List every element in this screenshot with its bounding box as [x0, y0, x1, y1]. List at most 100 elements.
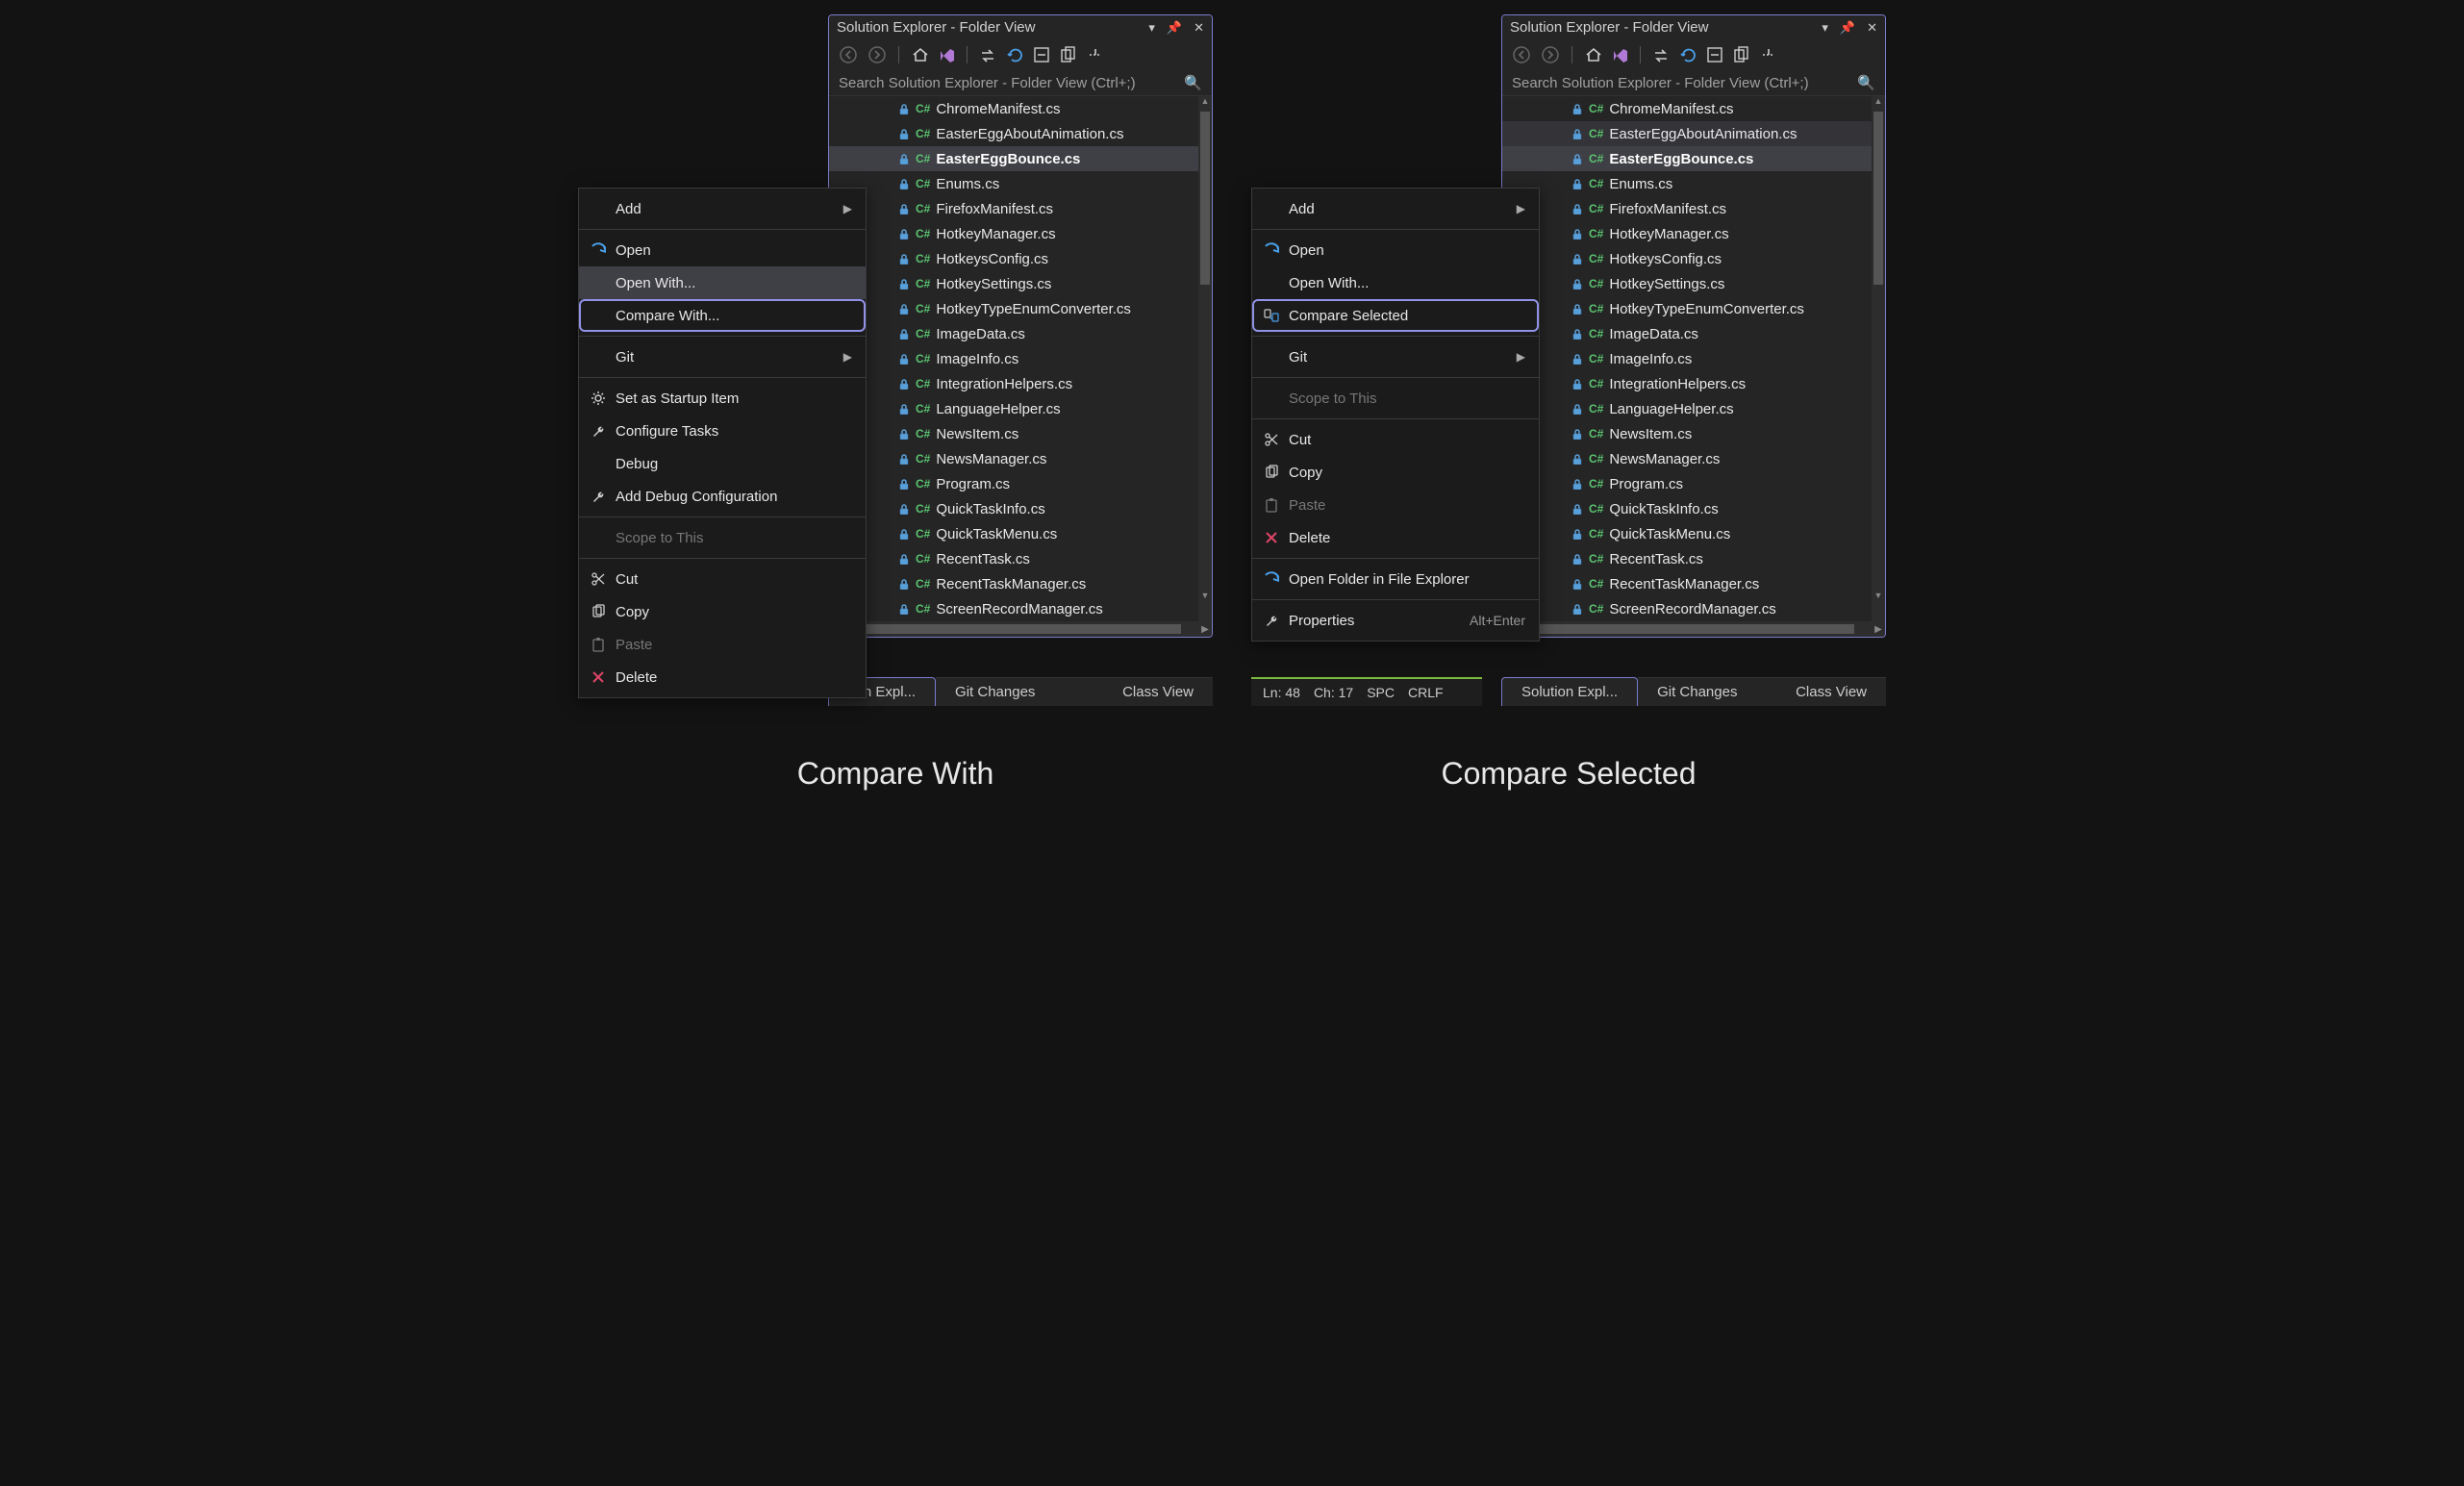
file-row[interactable]: C#HotkeySettings.cs: [1502, 271, 1885, 296]
tab-git-changes[interactable]: Git Changes: [1638, 677, 1756, 706]
file-row[interactable]: C#EasterEggAboutAnimation.cs: [1502, 121, 1885, 146]
file-row[interactable]: C#NewsManager.cs: [1502, 446, 1885, 471]
nav-back-icon[interactable]: [839, 45, 858, 64]
menu-set-startup[interactable]: Set as Startup Item: [579, 382, 866, 415]
switch-view-icon[interactable]: [1652, 46, 1670, 63]
file-row[interactable]: C#ImageData.cs: [1502, 321, 1885, 346]
vs-icon[interactable]: [1611, 46, 1628, 63]
menu-copy[interactable]: Copy: [579, 595, 866, 628]
file-row[interactable]: C#IntegrationHelpers.cs: [1502, 371, 1885, 396]
menu-paste[interactable]: Paste: [579, 628, 866, 661]
horizontal-scrollbar[interactable]: ◀▶: [829, 621, 1212, 637]
menu-open-with[interactable]: Open With...: [579, 266, 866, 299]
file-tree[interactable]: C#ChromeManifest.csC#EasterEggAboutAnima…: [1502, 96, 1885, 621]
tab-solution-explorer[interactable]: Solution Expl...: [1501, 677, 1638, 706]
vertical-scrollbar[interactable]: ▲ ▼: [1198, 96, 1212, 621]
close-icon[interactable]: ✕: [1194, 20, 1204, 36]
file-row[interactable]: C#HotkeysConfig.cs: [829, 246, 1212, 271]
pin-icon[interactable]: 📌: [1840, 20, 1855, 36]
tab-class-view[interactable]: Class View: [1776, 677, 1886, 706]
file-row[interactable]: C#ImageInfo.cs: [1502, 346, 1885, 371]
file-row[interactable]: C#QuickTaskInfo.cs: [829, 496, 1212, 521]
file-row[interactable]: C#HotkeysConfig.cs: [1502, 246, 1885, 271]
file-row[interactable]: C#RecentTask.cs: [1502, 546, 1885, 571]
menu-paste[interactable]: Paste: [1252, 489, 1539, 521]
horizontal-scrollbar[interactable]: ◀▶: [1502, 621, 1885, 637]
file-row[interactable]: C#RecentTaskManager.cs: [1502, 571, 1885, 596]
pin-icon[interactable]: 📌: [1167, 20, 1182, 36]
file-row[interactable]: C#LanguageHelper.cs: [829, 396, 1212, 421]
menu-open-with[interactable]: Open With...: [1252, 266, 1539, 299]
vs-icon[interactable]: [938, 46, 955, 63]
menu-compare-with[interactable]: Compare With...: [579, 299, 866, 332]
file-tree[interactable]: C#ChromeManifest.csC#EasterEggAboutAnima…: [829, 96, 1212, 621]
more-icon[interactable]: [1760, 46, 1777, 63]
panel-titlebar[interactable]: Solution Explorer - Folder View ▾ 📌 ✕: [829, 15, 1212, 39]
menu-git[interactable]: Git ▶: [579, 340, 866, 373]
status-line[interactable]: Ln: 48: [1263, 685, 1300, 700]
file-row[interactable]: C#HotkeyManager.cs: [829, 221, 1212, 246]
menu-open[interactable]: Open: [579, 234, 866, 266]
tab-class-view[interactable]: Class View: [1103, 677, 1213, 706]
show-files-icon[interactable]: [1060, 46, 1077, 63]
file-row[interactable]: C#ChromeManifest.cs: [829, 96, 1212, 121]
file-row[interactable]: C#FirefoxManifest.cs: [829, 196, 1212, 221]
menu-delete[interactable]: Delete: [579, 661, 866, 693]
menu-scope[interactable]: Scope to This: [579, 521, 866, 554]
search-icon[interactable]: 🔍: [1857, 74, 1875, 91]
menu-copy[interactable]: Copy: [1252, 456, 1539, 489]
more-icon[interactable]: [1087, 46, 1104, 63]
dropdown-icon[interactable]: ▾: [1148, 20, 1155, 36]
collapse-icon[interactable]: [1033, 46, 1050, 63]
file-row[interactable]: C#IntegrationHelpers.cs: [829, 371, 1212, 396]
file-row[interactable]: C#EasterEggAboutAnimation.cs: [829, 121, 1212, 146]
menu-open-folder[interactable]: Open Folder in File Explorer: [1252, 563, 1539, 595]
refresh-icon[interactable]: [1006, 46, 1023, 63]
file-row[interactable]: C#Enums.cs: [1502, 171, 1885, 196]
file-row[interactable]: C#ImageInfo.cs: [829, 346, 1212, 371]
menu-delete[interactable]: Delete: [1252, 521, 1539, 554]
search-input[interactable]: Search Solution Explorer - Folder View (…: [829, 70, 1212, 96]
menu-properties[interactable]: Properties Alt+Enter: [1252, 604, 1539, 637]
file-row[interactable]: C#NewsItem.cs: [1502, 421, 1885, 446]
search-icon[interactable]: 🔍: [1184, 74, 1202, 91]
file-row[interactable]: C#ChromeManifest.cs: [1502, 96, 1885, 121]
file-row[interactable]: C#QuickTaskMenu.cs: [1502, 521, 1885, 546]
file-row[interactable]: C#HotkeySettings.cs: [829, 271, 1212, 296]
file-row[interactable]: C#RecentTaskManager.cs: [829, 571, 1212, 596]
file-row[interactable]: C#ScreenRecordManager.cs: [829, 596, 1212, 621]
status-eol[interactable]: CRLF: [1408, 685, 1444, 700]
status-indent[interactable]: SPC: [1367, 685, 1395, 700]
collapse-icon[interactable]: [1706, 46, 1723, 63]
switch-view-icon[interactable]: [979, 46, 996, 63]
nav-fwd-icon[interactable]: [1541, 45, 1560, 64]
file-row[interactable]: C#FirefoxManifest.cs: [1502, 196, 1885, 221]
menu-debug[interactable]: Debug: [579, 447, 866, 480]
file-row[interactable]: C#Program.cs: [829, 471, 1212, 496]
menu-add[interactable]: Add ▶: [579, 192, 866, 225]
file-row[interactable]: C#Program.cs: [1502, 471, 1885, 496]
menu-configure-tasks[interactable]: Configure Tasks: [579, 415, 866, 447]
file-row[interactable]: C#ImageData.cs: [829, 321, 1212, 346]
menu-add[interactable]: Add ▶: [1252, 192, 1539, 225]
menu-open[interactable]: Open: [1252, 234, 1539, 266]
nav-fwd-icon[interactable]: [867, 45, 887, 64]
panel-titlebar[interactable]: Solution Explorer - Folder View ▾ 📌 ✕: [1502, 15, 1885, 39]
home-icon[interactable]: [911, 46, 928, 63]
dropdown-icon[interactable]: ▾: [1822, 20, 1828, 36]
file-row[interactable]: C#QuickTaskInfo.cs: [1502, 496, 1885, 521]
file-row[interactable]: C#Enums.cs: [829, 171, 1212, 196]
menu-cut[interactable]: Cut: [579, 563, 866, 595]
menu-git[interactable]: Git ▶: [1252, 340, 1539, 373]
file-row[interactable]: C#ScreenRecordManager.cs: [1502, 596, 1885, 621]
file-row[interactable]: C#RecentTask.cs: [829, 546, 1212, 571]
file-row[interactable]: C#QuickTaskMenu.cs: [829, 521, 1212, 546]
menu-cut[interactable]: Cut: [1252, 423, 1539, 456]
file-row[interactable]: C#EasterEggBounce.cs: [1502, 146, 1885, 171]
file-row[interactable]: C#NewsItem.cs: [829, 421, 1212, 446]
file-row[interactable]: C#HotkeyTypeEnumConverter.cs: [1502, 296, 1885, 321]
nav-back-icon[interactable]: [1512, 45, 1531, 64]
file-row[interactable]: C#EasterEggBounce.cs: [829, 146, 1212, 171]
status-char[interactable]: Ch: 17: [1314, 685, 1353, 700]
home-icon[interactable]: [1584, 46, 1601, 63]
